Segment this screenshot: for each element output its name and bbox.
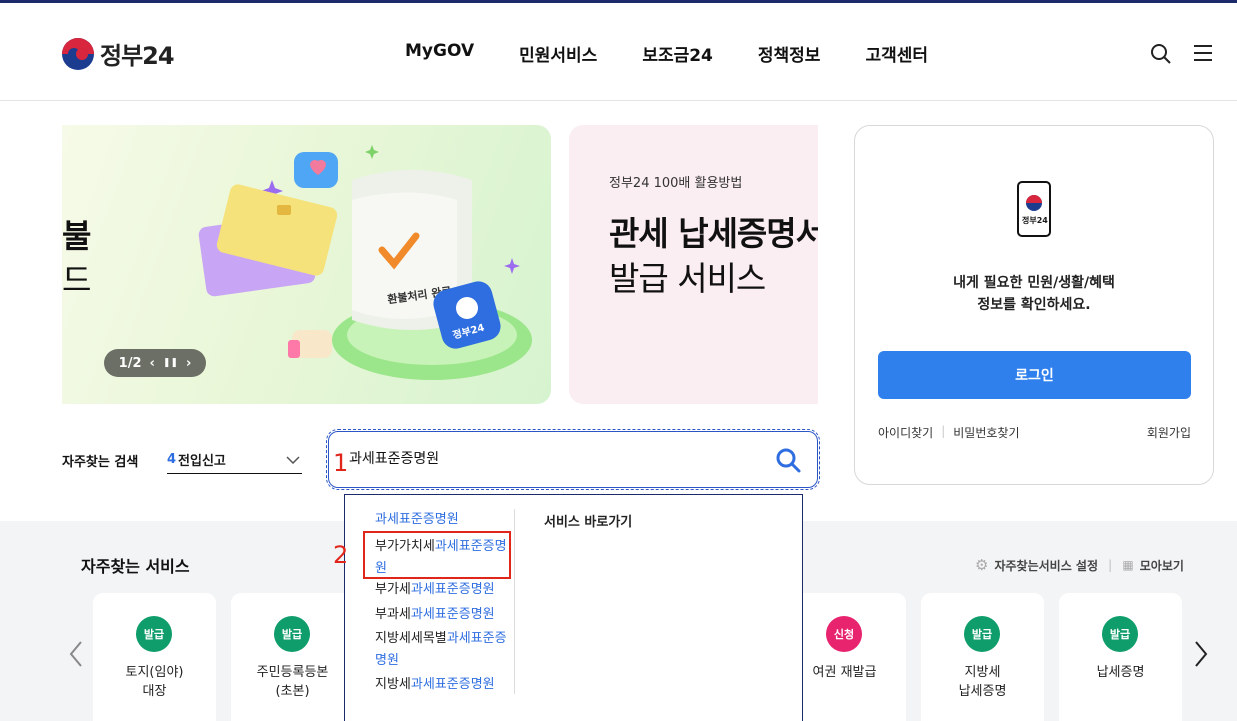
apply-badge: 신청 bbox=[826, 616, 862, 652]
chevron-right-icon[interactable] bbox=[1193, 640, 1209, 668]
grid-icon[interactable]: ▦ bbox=[1122, 558, 1133, 572]
nav-policy-info[interactable]: 정책정보 bbox=[758, 41, 821, 66]
frequent-search-select[interactable]: 4 전입신고 bbox=[167, 446, 302, 474]
freq-selected: 전입신고 bbox=[178, 454, 226, 469]
search-icon[interactable] bbox=[1150, 43, 1172, 65]
login-panel: 정부24 내게 필요한 민원/생활/혜택 정보를 확인하세요. 로그인 아이디찾… bbox=[854, 125, 1214, 485]
suggestion-item[interactable]: 지방세과세표준증명원 bbox=[375, 674, 495, 696]
account-links: 아이디찾기 | 비밀번호찾기 회원가입 bbox=[878, 424, 1191, 441]
issue-badge: 발급 bbox=[1102, 616, 1138, 652]
find-id-link[interactable]: 아이디찾기 bbox=[878, 424, 933, 441]
service-card[interactable]: 발급 납세증명 bbox=[1059, 593, 1182, 721]
main-nav: MyGOV 민원서비스 보조금24 정책정보 고객센터 bbox=[405, 41, 928, 66]
suggestion-item[interactable]: 부가세과세표준증명원 bbox=[375, 579, 495, 601]
banner2-subtitle: 정부24 100배 활용방법 bbox=[609, 176, 743, 191]
service-label: 지방세 납세증명 bbox=[958, 665, 1007, 699]
view-all-link[interactable]: 모아보기 bbox=[1140, 557, 1184, 574]
banner-pager: 1/2 ‹ ❚❚ › bbox=[104, 349, 206, 377]
prev-slide-icon[interactable]: ‹ bbox=[150, 356, 155, 371]
divider: | bbox=[1108, 558, 1113, 572]
highlight-annotation-box bbox=[363, 531, 511, 579]
issue-badge: 발급 bbox=[274, 616, 310, 652]
gear-icon[interactable]: ⚙ bbox=[975, 556, 988, 574]
settings-link[interactable]: 자주찾는서비스 설정 bbox=[994, 557, 1098, 574]
search-input[interactable] bbox=[349, 450, 769, 466]
login-message-line1: 내게 필요한 민원/생활/혜택 bbox=[953, 275, 1115, 291]
chevron-left-icon[interactable] bbox=[68, 640, 84, 668]
banner-counter: 1/2 bbox=[118, 355, 142, 371]
nav-civil-service[interactable]: 민원서비스 bbox=[519, 41, 597, 66]
annotation-1: 1 bbox=[333, 449, 349, 477]
suggestion-item[interactable]: 과세표준증명원 bbox=[375, 509, 459, 531]
service-card[interactable]: 발급 지방세 납세증명 bbox=[921, 593, 1044, 721]
banner2-title-line2: 발급 서비스 bbox=[609, 259, 766, 298]
join-link[interactable]: 회원가입 bbox=[1147, 424, 1191, 441]
phone-label: 정부24 bbox=[1022, 216, 1048, 225]
frequent-services-title: 자주찾는 서비스 bbox=[81, 557, 190, 576]
autocomplete-dropdown: 과세표준증명원 부가가치세과세표준증명원 부가세과세표준증명원 부과세과세표준증… bbox=[344, 494, 803, 721]
service-label: 토지(임야) 대장 bbox=[125, 665, 184, 699]
login-message-line2: 정보를 확인하세요. bbox=[977, 297, 1091, 313]
search-submit-icon[interactable] bbox=[774, 446, 802, 474]
mobile-phone-icon: 정부24 bbox=[1017, 181, 1051, 237]
hamburger-menu-icon[interactable] bbox=[1193, 43, 1213, 63]
promo-banner-refund[interactable]: 불 드 환불처리 완료 정부24 1/2 ‹ ❚❚ › bbox=[62, 125, 551, 404]
frequent-search-label: 자주찾는 검색 bbox=[62, 455, 139, 470]
chevron-down-icon bbox=[286, 455, 300, 464]
service-shortcut-title: 서비스 바로가기 bbox=[544, 515, 633, 530]
site-header: 정부24 MyGOV 민원서비스 보조금24 정책정보 고객센터 bbox=[0, 3, 1237, 101]
freq-rank: 4 bbox=[167, 452, 177, 467]
nav-subsidy24[interactable]: 보조금24 bbox=[642, 41, 713, 66]
annotation-2: 2 bbox=[333, 541, 349, 569]
suggestion-item[interactable]: 지방세세목별과세표준증명원 bbox=[375, 628, 510, 672]
login-message: 내게 필요한 민원/생활/혜택 정보를 확인하세요. bbox=[855, 272, 1213, 316]
issue-badge: 발급 bbox=[964, 616, 1000, 652]
promo-banner-customs[interactable]: 정부24 100배 활용방법 관세 납세증명서 발급 서비스 bbox=[569, 125, 818, 404]
pause-icon[interactable]: ❚❚ bbox=[163, 358, 178, 368]
taegeuk-logo-icon bbox=[62, 37, 94, 70]
login-button[interactable]: 로그인 bbox=[878, 351, 1191, 399]
service-card[interactable]: 발급 토지(임야) 대장 bbox=[93, 593, 216, 721]
service-label: 납세증명 bbox=[1096, 665, 1145, 680]
banner2-title: 관세 납세증명서 bbox=[609, 214, 818, 253]
nav-mygov[interactable]: MyGOV bbox=[405, 41, 474, 66]
frequent-services-tools: ⚙ 자주찾는서비스 설정 | ▦ 모아보기 bbox=[975, 556, 1184, 574]
search-box bbox=[326, 429, 820, 490]
service-card[interactable]: 발급 주민등록등본 (초본) bbox=[231, 593, 354, 721]
banner-text-line1: 불 bbox=[62, 217, 92, 255]
issue-badge: 발급 bbox=[136, 616, 172, 652]
banner-text-line2: 드 bbox=[62, 261, 92, 299]
find-password-link[interactable]: 비밀번호찾기 bbox=[953, 424, 1019, 441]
site-logo[interactable]: 정부24 bbox=[62, 36, 175, 71]
divider: | bbox=[941, 424, 946, 438]
logo-text: 정부24 bbox=[100, 42, 175, 70]
refund-illustration: 환불처리 완료 정부24 bbox=[198, 145, 532, 380]
nav-customer-center[interactable]: 고객센터 bbox=[865, 41, 928, 66]
suggestion-item[interactable]: 부과세과세표준증명원 bbox=[375, 604, 495, 626]
next-slide-icon[interactable]: › bbox=[186, 356, 191, 371]
service-label: 주민등록등본 (초본) bbox=[256, 665, 329, 699]
